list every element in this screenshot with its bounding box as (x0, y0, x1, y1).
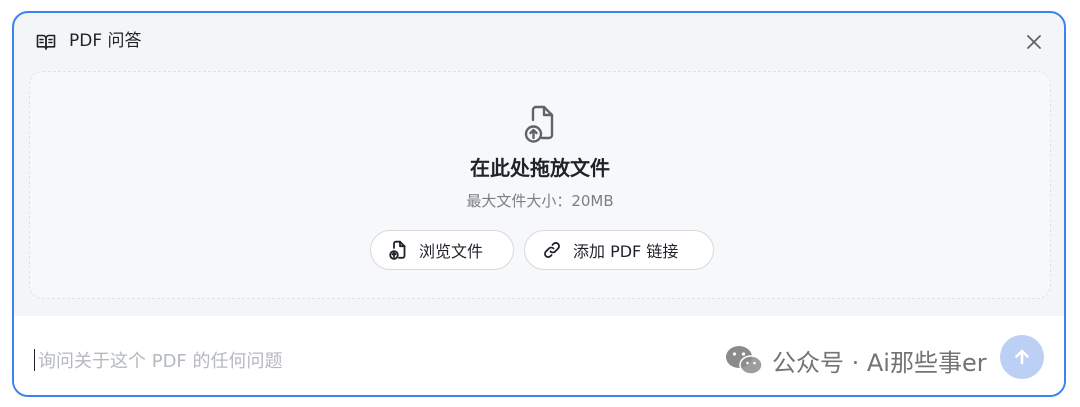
panel-title: PDF 问答 (69, 31, 142, 51)
text-caret (34, 349, 35, 371)
file-upload-icon (389, 240, 406, 260)
add-pdf-link-label: 添加 PDF 链接 (573, 242, 679, 261)
book-open-icon (36, 33, 56, 51)
send-button[interactable] (1000, 335, 1044, 379)
add-pdf-link-button[interactable]: 添加 PDF 链接 (524, 230, 714, 270)
composer (14, 316, 1064, 395)
browse-files-label: 浏览文件 (419, 242, 484, 261)
panel-header: PDF 问答 (14, 13, 1064, 71)
link-icon (544, 242, 560, 258)
question-input[interactable] (36, 342, 920, 380)
browse-files-button[interactable]: 浏览文件 (370, 230, 514, 270)
file-dropzone[interactable]: 在此处拖放文件 最大文件大小：20MB 浏览文件 添加 PDF 链接 (29, 71, 1051, 299)
file-upload-icon (524, 104, 558, 144)
dropzone-title: 在此处拖放文件 (470, 156, 610, 180)
max-file-size-label: 最大文件大小：20MB (466, 192, 614, 210)
close-icon[interactable] (1024, 32, 1044, 52)
arrow-up-icon (1015, 349, 1029, 365)
pdf-qa-panel: PDF 问答 在此处拖放文件 最大文件大小：20MB 浏览文件 添加 PDF 链… (12, 11, 1066, 397)
